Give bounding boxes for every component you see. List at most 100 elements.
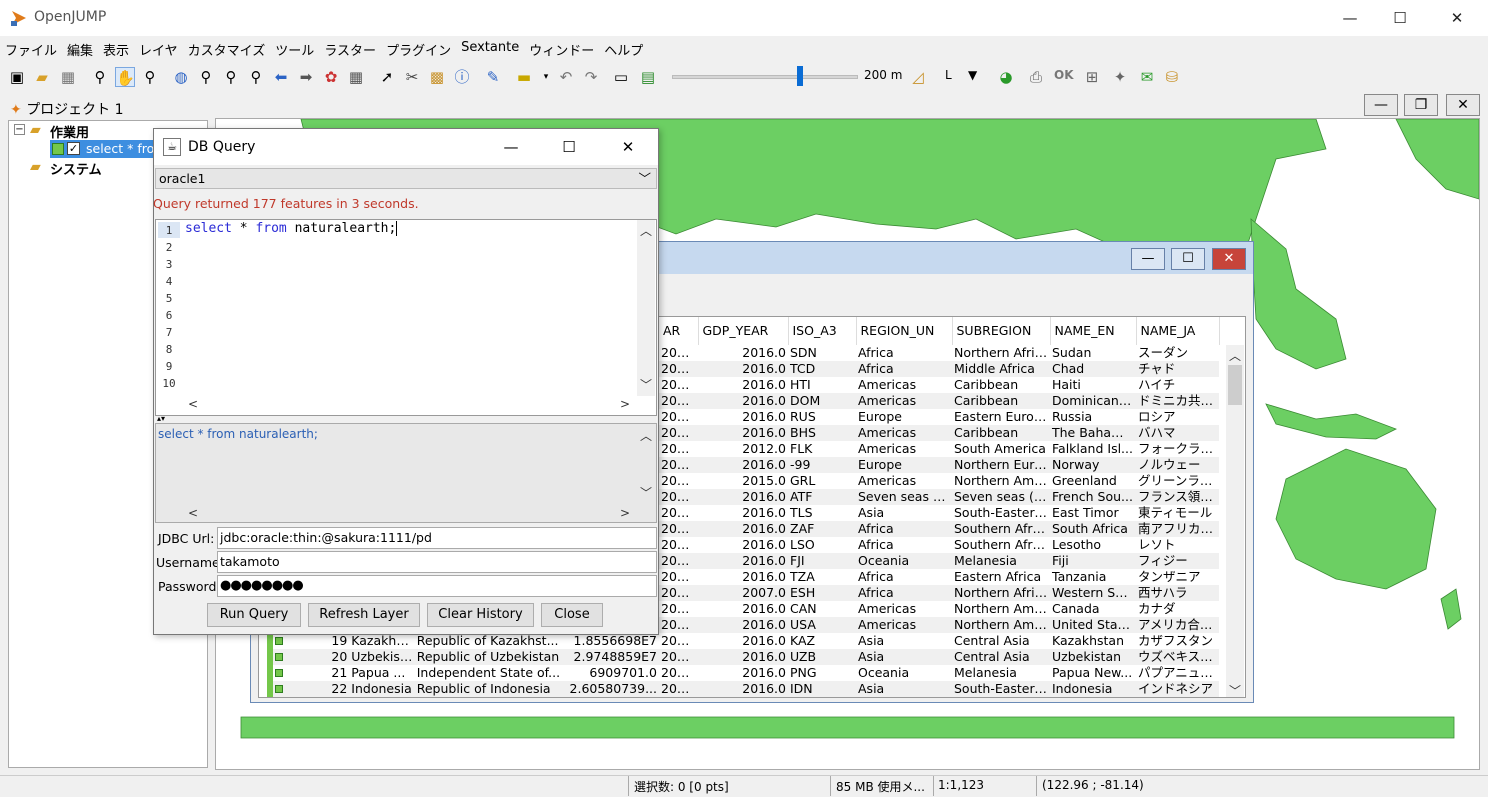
cut-icon[interactable]: ✂: [402, 67, 422, 87]
new-project-icon[interactable]: ▣: [7, 67, 27, 87]
history-scroll-right-icon[interactable]: >: [620, 506, 630, 520]
minimize-icon[interactable]: —: [1325, 0, 1375, 36]
username-input[interactable]: takamoto: [217, 551, 657, 573]
table-row[interactable]: 2017.0 2015.0 GRL Americas Northern Amer...G…: [659, 473, 1219, 489]
menu-file[interactable]: ファイル: [0, 38, 62, 60]
zoom-layer-icon[interactable]: ⚲: [246, 67, 266, 87]
redo-icon[interactable]: ↷: [581, 67, 601, 87]
menu-layer[interactable]: レイヤ: [134, 38, 183, 60]
print-icon[interactable]: ⎙: [1026, 67, 1046, 87]
compass-icon[interactable]: ✦: [1110, 67, 1130, 87]
ok-button[interactable]: OK: [1054, 68, 1074, 82]
editor-scroll-down-icon[interactable]: ﹀: [640, 376, 652, 393]
menu-customize[interactable]: カスタマイズ: [183, 38, 271, 60]
attr-minimize-icon[interactable]: —: [1131, 248, 1165, 270]
attr-scroll-thumb[interactable]: [1228, 365, 1242, 405]
editor-scroll-left-icon[interactable]: <: [188, 397, 198, 411]
history-scroll-down-icon[interactable]: ﹀: [640, 484, 652, 501]
table-row[interactable]: 2017.02016.0ATFSeven seas (o...Seven sea…: [659, 489, 1219, 505]
palette-icon[interactable]: ✿: [321, 67, 341, 87]
menu-tools[interactable]: ツール: [270, 38, 319, 60]
wms-icon[interactable]: ▤: [638, 67, 658, 87]
col-header-iso-a3[interactable]: ISO_A3: [788, 317, 857, 345]
menu-edit[interactable]: 編集: [62, 38, 98, 60]
layer-visible-checkbox[interactable]: ✓: [67, 142, 80, 155]
col-header-name-ja[interactable]: NAME_JA: [1136, 317, 1220, 345]
attr-scroll-up-icon[interactable]: ︿: [1229, 347, 1241, 364]
table-row[interactable]: 2017.0 2016.0 PNG Oceania Melanesia Papua New…: [659, 665, 1219, 681]
box-icon[interactable]: ▩: [427, 67, 447, 87]
dialog-maximize-icon[interactable]: ☐: [546, 129, 592, 165]
globe-icon[interactable]: ◍: [171, 67, 191, 87]
tree-system-category[interactable]: システム: [50, 159, 102, 178]
table-row[interactable]: 20 Uzbekist... Republic of Uzbekistan 2.974…: [273, 649, 659, 665]
table-row[interactable]: 2017.0 2016.0 LSO Africa Southern AfricaLeso…: [659, 537, 1219, 553]
run-query-button[interactable]: Run Query: [207, 603, 301, 627]
table-row[interactable]: 2014.0 2012.0 FLK Americas South America Falk…: [659, 441, 1219, 457]
unit-dropdown-icon[interactable]: ▼: [968, 68, 977, 82]
history-entry[interactable]: select * from naturalearth;: [158, 427, 318, 441]
tree-collapse-icon[interactable]: −: [14, 124, 25, 135]
table-row[interactable]: 2017.02016.0ZAFAfricaSouthern AfricaSout…: [659, 521, 1219, 537]
table-row[interactable]: 2017.02016.0TCDAfricaMiddle AfricaChadチャ…: [659, 361, 1219, 377]
table-row[interactable]: 2017.02016.0UZBAsiaCentral AsiaUzbekista…: [659, 649, 1219, 665]
col-header-ar[interactable]: AR: [659, 317, 699, 345]
table-row[interactable]: 2017.0 2016.0 CAN Americas Northern Amer...C…: [659, 601, 1219, 617]
grid-icon[interactable]: ▦: [346, 67, 366, 87]
history-scroll-up-icon[interactable]: ︿: [640, 427, 652, 444]
layer-tool-icon[interactable]: ⊞: [1082, 67, 1102, 87]
scale-ruler-icon[interactable]: ◿: [908, 67, 928, 87]
info-icon[interactable]: ⓘ: [452, 67, 472, 87]
col-header-gdp-year[interactable]: GDP_YEAR: [698, 317, 789, 345]
zoom-selected-icon[interactable]: ⚲: [221, 67, 241, 87]
table-row[interactable]: 2017.02016.0DOMAmericasCaribbeanDominica…: [659, 393, 1219, 409]
sql-editor[interactable]: [155, 219, 657, 416]
history-scroll-left-icon[interactable]: <: [188, 506, 198, 520]
col-header-name-en[interactable]: NAME_EN: [1050, 317, 1137, 345]
close-icon[interactable]: ✕: [1432, 0, 1482, 36]
menu-sextante[interactable]: Sextante: [456, 38, 524, 60]
window-icon[interactable]: ▭: [611, 67, 631, 87]
col-header-subregion[interactable]: SUBREGION: [952, 317, 1051, 345]
measure-ruler-icon[interactable]: ▬: [514, 67, 534, 87]
sql-code[interactable]: select * from naturalearth;: [185, 221, 406, 236]
zoom-extent-icon[interactable]: ⚲: [196, 67, 216, 87]
table-row[interactable]: 2017.0 2016.0 RUS Europe Eastern EuropeRussi…: [659, 409, 1219, 425]
edit-pencil-icon[interactable]: ✎: [483, 67, 503, 87]
menu-plugins[interactable]: プラグイン: [381, 38, 456, 60]
chart-icon[interactable]: ◕: [996, 67, 1016, 87]
table-row[interactable]: 2017.02007.0ESHAfricaNorthern AfricaWest…: [659, 585, 1219, 601]
attr-maximize-icon[interactable]: ☐: [1171, 248, 1205, 270]
maximize-icon[interactable]: ☐: [1375, 0, 1425, 36]
table-row[interactable]: 2017.02016.0FJIOceaniaMelanesiaFijiフィジー: [659, 553, 1219, 569]
zoom-tool-icon[interactable]: ⚲: [140, 67, 160, 87]
table-row[interactable]: 2017.0 2016.0 KAZ Asia Central Asia Kazakhsta…: [659, 633, 1219, 649]
split-divider-icon[interactable]: ▴▾: [157, 414, 165, 423]
table-row[interactable]: 2017.0 2016.0 SDN Africa Northern AfricaSuda…: [659, 345, 1219, 361]
save-icon[interactable]: ▦: [58, 67, 78, 87]
table-row[interactable]: 2017.02016.0-99EuropeNorthern EuropeNorw…: [659, 457, 1219, 473]
refresh-layer-button[interactable]: Refresh Layer: [308, 603, 420, 627]
select-arrow-icon[interactable]: ➚: [377, 67, 397, 87]
table-row[interactable]: 2017.0 2016.0 TZA Africa Eastern Africa Tanza…: [659, 569, 1219, 585]
attr-scroll-down-icon[interactable]: ﹀: [1229, 682, 1241, 699]
table-row[interactable]: 2017.02016.0BHSAmericasCaribbeanThe Baha…: [659, 425, 1219, 441]
col-header-region-un[interactable]: REGION_UN: [856, 317, 953, 345]
zoom-icon[interactable]: ⚲: [90, 67, 110, 87]
undo-icon[interactable]: ↶: [556, 67, 576, 87]
attr-close-icon[interactable]: ✕: [1212, 248, 1246, 270]
map-minimize-icon[interactable]: —: [1364, 94, 1398, 116]
menu-view[interactable]: 表示: [98, 38, 134, 60]
table-row[interactable]: 21 Papua ... Independent State of... 690970…: [273, 665, 659, 681]
jdbc-url-input[interactable]: jdbc:oracle:thin:@sakura:1111/pd: [217, 527, 657, 549]
connection-select[interactable]: oracle1 ﹀: [155, 168, 657, 189]
table-row[interactable]: 2017.02016.0USAAmericasNorthern Amer...U…: [659, 617, 1219, 633]
next-view-icon[interactable]: ➡: [296, 67, 316, 87]
tree-working-category[interactable]: 作業用: [50, 122, 89, 141]
editor-vertical-scrollbar[interactable]: [637, 220, 655, 396]
close-button[interactable]: Close: [541, 603, 603, 627]
zoom-slider-thumb[interactable]: [797, 66, 803, 86]
table-row[interactable]: 22 Indonesia Republic of Indonesia 2.605807…: [273, 681, 659, 697]
dropdown-arrow-icon[interactable]: ▾: [536, 67, 556, 87]
editor-scroll-right-icon[interactable]: >: [620, 397, 630, 411]
